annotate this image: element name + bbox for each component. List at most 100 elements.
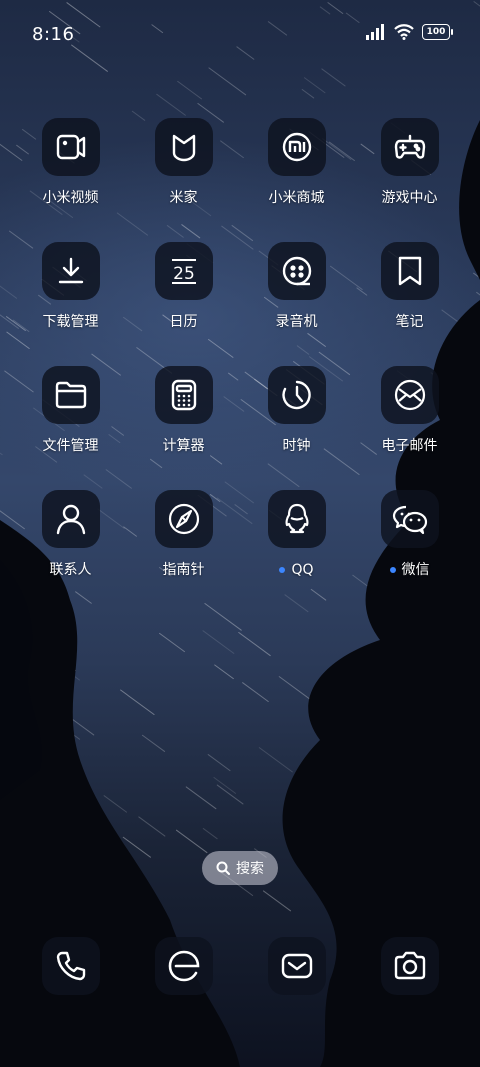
app-email[interactable]: 电子邮件	[353, 366, 466, 455]
app-recorder[interactable]: 录音机	[240, 242, 353, 331]
app-calendar[interactable]: 25 日历	[127, 242, 240, 331]
star-trail	[204, 602, 242, 631]
app-label: 文件管理	[42, 438, 99, 454]
app-download-manager[interactable]: 下载管理	[14, 242, 127, 331]
browser-icon	[168, 950, 199, 982]
star-trail	[122, 836, 151, 858]
app-notes[interactable]: 笔记	[353, 242, 466, 331]
status-icons: 100	[366, 24, 453, 40]
star-trail	[262, 890, 292, 912]
star-trail	[138, 816, 166, 837]
app-label: 笔记	[395, 314, 424, 330]
star-trail	[104, 853, 122, 866]
star-trail	[97, 849, 118, 865]
star-trail	[380, 662, 411, 685]
app-file-manager[interactable]: 文件管理	[14, 366, 127, 455]
app-grid: 小米视频 米家 小米商城 游戏中心 下载管理 25 日历 录音机 笔记 文件管理…	[14, 118, 466, 579]
star-trail	[0, 452, 3, 456]
video-icon	[41, 118, 100, 176]
camera-icon	[394, 951, 425, 980]
phone-icon	[56, 951, 85, 981]
star-trail	[350, 784, 371, 800]
clock-icon	[267, 366, 326, 424]
calendar-icon: 25	[154, 242, 213, 300]
star-trail	[442, 604, 463, 620]
star-trail	[175, 829, 208, 854]
star-trail	[301, 88, 315, 99]
app-label: 日历	[169, 314, 198, 330]
app-qq[interactable]: QQ	[240, 490, 353, 579]
star-trail	[0, 893, 10, 901]
star-trail	[120, 689, 155, 716]
app-mi-store[interactable]: 小米商城	[240, 118, 353, 207]
app-mi-video[interactable]: 小米视频	[14, 118, 127, 207]
star-trail	[473, 272, 480, 279]
star-trail	[409, 668, 435, 687]
star-trail	[331, 835, 347, 848]
star-trail	[413, 671, 444, 694]
star-trail	[19, 792, 32, 802]
star-trail	[68, 886, 91, 904]
star-trail	[177, 80, 202, 100]
mi-store-icon	[267, 118, 326, 176]
star-trail	[321, 68, 346, 87]
star-trail	[159, 632, 185, 653]
folder-icon	[41, 366, 100, 424]
star-trail	[44, 713, 81, 740]
star-trail	[202, 630, 235, 654]
wechat-icon	[380, 490, 439, 548]
star-trail	[185, 786, 217, 810]
dock-browser[interactable]	[154, 937, 213, 995]
app-mijia[interactable]: 米家	[127, 118, 240, 207]
dock-phone[interactable]	[41, 937, 100, 995]
search-label: 搜索	[236, 861, 264, 877]
star-trail	[258, 747, 293, 773]
app-compass[interactable]: 指南针	[127, 490, 240, 579]
mijia-icon	[154, 118, 213, 176]
star-trail	[420, 675, 447, 695]
status-time: 8:16	[32, 24, 75, 45]
star-trail	[278, 676, 315, 703]
star-trail	[67, 715, 95, 736]
search-icon	[216, 861, 230, 875]
star-trail	[213, 777, 237, 794]
app-contacts[interactable]: 联系人	[14, 490, 127, 579]
app-game-center[interactable]: 游戏中心	[353, 118, 466, 207]
compass-icon	[154, 490, 213, 548]
star-trail	[440, 852, 462, 869]
signal-icon	[366, 24, 384, 40]
star-trail	[1, 708, 41, 737]
search-button[interactable]: 搜索	[202, 851, 278, 885]
star-trail	[202, 828, 218, 840]
bookmark-icon	[380, 242, 439, 300]
star-trail	[321, 786, 338, 799]
wifi-icon	[394, 24, 414, 40]
app-wechat[interactable]: 微信	[353, 490, 466, 579]
star-trail	[238, 632, 271, 657]
gamepad-icon	[380, 118, 439, 176]
envelope-icon	[380, 366, 439, 424]
calculator-icon	[154, 366, 213, 424]
star-trail	[410, 885, 443, 910]
star-trail	[118, 860, 129, 869]
app-calculator[interactable]: 计算器	[127, 366, 240, 455]
dock-messages[interactable]	[267, 937, 326, 995]
app-label: QQ	[279, 561, 314, 579]
star-trail	[393, 622, 407, 633]
star-trail	[461, 773, 480, 789]
app-label: 下载管理	[42, 314, 99, 330]
star-trail	[75, 591, 92, 604]
notification-dot	[279, 567, 286, 573]
star-trail	[41, 760, 75, 785]
app-clock[interactable]: 时钟	[240, 366, 353, 455]
star-trail	[242, 682, 269, 702]
dock-camera[interactable]	[380, 937, 439, 995]
app-label: 游戏中心	[381, 190, 438, 206]
dock	[14, 937, 466, 995]
download-icon	[41, 242, 100, 300]
app-label: 计算器	[162, 438, 205, 454]
star-trail	[216, 784, 244, 805]
star-trail	[284, 594, 309, 613]
qq-penguin-icon	[267, 490, 326, 548]
star-trail	[132, 898, 144, 907]
